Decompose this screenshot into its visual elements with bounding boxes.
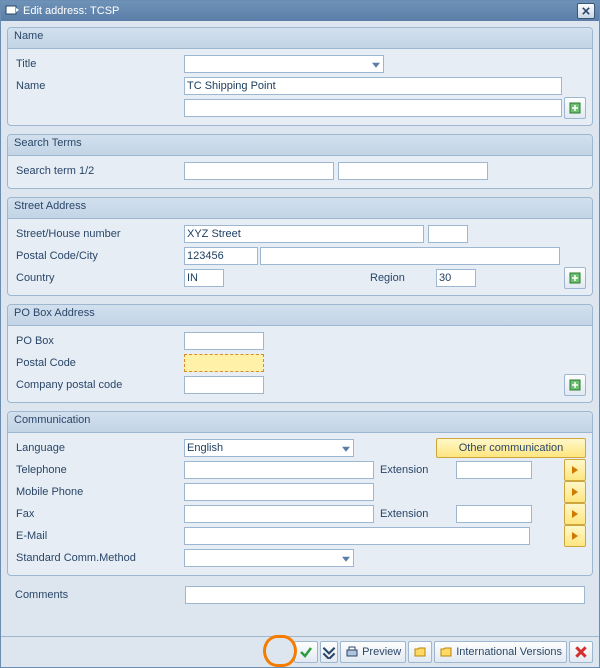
other-communication-button[interactable]: Other communication [436, 438, 586, 458]
po-box-input[interactable] [184, 332, 264, 350]
search-terms-group: Search Terms Search term 1/2 [7, 134, 593, 189]
name-group-header: Name [8, 28, 592, 49]
name-label: Name [14, 80, 184, 92]
preview-button[interactable]: Preview [340, 641, 406, 663]
dialog-content: Name Title Name [1, 21, 599, 636]
comments-label: Comments [15, 589, 185, 601]
street-more-button[interactable] [564, 267, 586, 289]
name-group: Name Title Name [7, 27, 593, 126]
title-select[interactable] [184, 55, 384, 73]
dropdown-button[interactable] [320, 641, 338, 663]
postal-city-label: Postal Code/City [14, 250, 184, 262]
comments-row: Comments [7, 584, 593, 606]
accept-highlight [263, 635, 297, 667]
std-comm-label: Standard Comm.Method [14, 552, 184, 564]
language-select[interactable]: English [184, 439, 354, 457]
search-term2-input[interactable] [338, 162, 488, 180]
fax-extension-input[interactable] [456, 505, 532, 523]
po-postal-input[interactable] [184, 354, 264, 372]
po-postal-label: Postal Code [14, 357, 184, 369]
po-box-group: PO Box Address PO Box Postal Code Compan… [7, 304, 593, 403]
communication-header: Communication [8, 412, 592, 433]
dialog-footer: Preview International Versions [1, 636, 599, 667]
folder1-button[interactable] [408, 641, 432, 663]
telephone-more-button[interactable] [564, 459, 586, 481]
close-button[interactable] [577, 3, 595, 19]
po-box-header: PO Box Address [8, 305, 592, 326]
search-terms-header: Search Terms [8, 135, 592, 156]
pobox-more-button[interactable] [564, 374, 586, 396]
language-label: Language [14, 442, 184, 454]
mobile-input[interactable] [184, 483, 374, 501]
edit-address-dialog: Edit address: TCSP Name Title Name [0, 0, 600, 668]
fax-more-button[interactable] [564, 503, 586, 525]
email-label: E-Mail [14, 530, 184, 542]
name-input[interactable] [184, 77, 562, 95]
email-input[interactable] [184, 527, 530, 545]
search-term-label: Search term 1/2 [14, 165, 184, 177]
email-more-button[interactable] [564, 525, 586, 547]
cancel-button[interactable] [569, 641, 593, 663]
title-bar: Edit address: TCSP [1, 1, 599, 21]
accept-button[interactable] [294, 641, 318, 663]
intl-versions-label: International Versions [456, 646, 562, 658]
search-term1-input[interactable] [184, 162, 334, 180]
region-input[interactable] [436, 269, 476, 287]
window-icon [5, 4, 19, 18]
fax-label: Fax [14, 508, 184, 520]
std-comm-select[interactable] [184, 549, 354, 567]
street-address-header: Street Address [8, 198, 592, 219]
telephone-label: Telephone [14, 464, 184, 476]
country-label: Country [14, 272, 184, 284]
title-label: Title [14, 58, 184, 70]
tel-extension-input[interactable] [456, 461, 532, 479]
city-input[interactable] [260, 247, 560, 265]
telephone-input[interactable] [184, 461, 374, 479]
international-versions-button[interactable]: International Versions [434, 641, 567, 663]
house-number-input[interactable] [428, 225, 468, 243]
country-input[interactable] [184, 269, 224, 287]
tel-extension-label: Extension [374, 464, 456, 476]
comments-input[interactable] [185, 586, 585, 604]
preview-label: Preview [362, 646, 401, 658]
company-postal-label: Company postal code [14, 379, 184, 391]
street-label: Street/House number [14, 228, 184, 240]
fax-extension-label: Extension [374, 508, 456, 520]
name2-input[interactable] [184, 99, 562, 117]
postal-code-input[interactable] [184, 247, 258, 265]
fax-input[interactable] [184, 505, 374, 523]
window-title: Edit address: TCSP [23, 5, 577, 17]
name-more-button[interactable] [564, 97, 586, 119]
company-postal-input[interactable] [184, 376, 264, 394]
street-input[interactable] [184, 225, 424, 243]
po-box-label: PO Box [14, 335, 184, 347]
mobile-label: Mobile Phone [14, 486, 184, 498]
mobile-more-button[interactable] [564, 481, 586, 503]
communication-group: Communication Language English Other com… [7, 411, 593, 576]
region-label: Region [364, 272, 436, 284]
street-address-group: Street Address Street/House number Posta… [7, 197, 593, 296]
